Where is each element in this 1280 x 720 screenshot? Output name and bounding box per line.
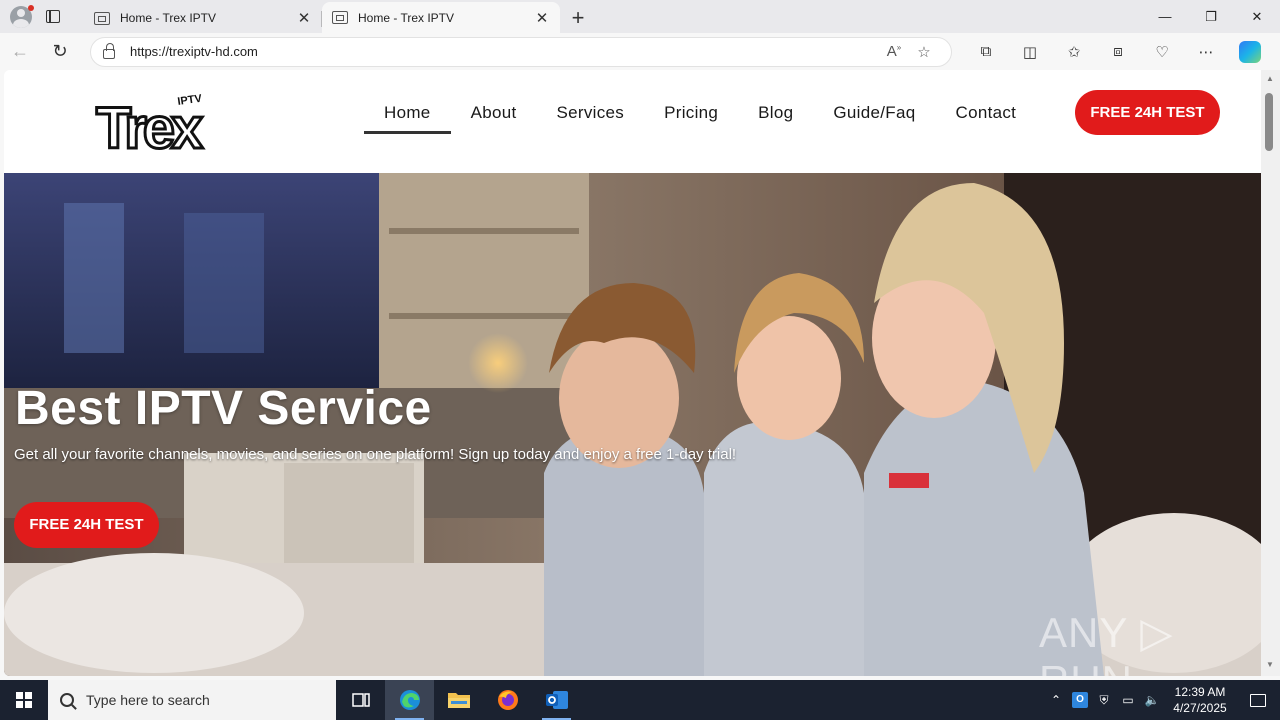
collections-icon[interactable]: ⧈ [1096,37,1140,67]
header-free-test-button[interactable]: FREE 24H TEST [1075,90,1220,135]
nav-home[interactable]: Home [364,92,451,134]
split-screen-icon[interactable]: ◫ [1008,37,1052,67]
start-button[interactable] [0,680,48,720]
anyrun-watermark: ANY ▷ RUN [1039,609,1174,676]
hero-section: Best IPTV Service Get all your favorite … [4,173,1261,676]
profile-notification-dot [28,5,34,11]
nav-blog[interactable]: Blog [738,92,813,134]
tab-title: Home - Trex IPTV [358,10,455,25]
clock-time: 12:39 AM [1174,685,1226,699]
hero-free-test-button[interactable]: FREE 24H TEST [14,502,159,548]
chevron-up-icon[interactable]: ⌃ [1044,693,1068,707]
url-text[interactable]: https://trexiptv-hd.com [130,44,879,59]
minimize-icon[interactable]: — [1142,0,1188,33]
address-bar[interactable]: https://trexiptv-hd.com A» ☆ [90,36,952,67]
web-page: IPTV Trex Home About Services Pricing Bl… [4,70,1261,676]
clock-date: 4/27/2025 [1173,701,1227,715]
refresh-icon[interactable]: ↻ [40,36,80,68]
browser-toolbar-icons: ⧉ ◫ ✩ ⧈ ♡ ⋯ [964,37,1272,67]
browser-tab-2[interactable]: Home - Trex IPTV ✕ [322,2,560,33]
scrollbar-thumb[interactable] [1265,93,1273,151]
window-controls: — ❐ ✕ [1142,0,1280,33]
back-arrow-icon[interactable]: ← [0,36,40,68]
address-toolbar: ← ↻ https://trexiptv-hd.com A» ☆ ⧉ ◫ ✩ ⧈… [0,33,1280,70]
browser-content-area: IPTV Trex Home About Services Pricing Bl… [0,70,1280,680]
tab-actions-icon[interactable] [46,10,60,23]
tab-bar-left [0,0,84,33]
page-scrollbar[interactable]: ▲ ▼ [1261,70,1280,676]
more-icon[interactable]: ⋯ [1184,37,1228,67]
task-view-icon[interactable] [336,680,385,720]
nav-pricing[interactable]: Pricing [644,92,738,134]
search-placeholder: Type here to search [86,692,210,708]
site-favicon-icon [332,11,348,24]
nav-services[interactable]: Services [537,92,645,134]
svg-text:Trex: Trex [96,96,203,152]
star-icon[interactable]: ☆ [909,43,939,61]
puzzle-icon[interactable]: ⧉ [964,37,1008,67]
outlook-tray-icon[interactable]: O [1072,692,1088,708]
hero-subtitle: Get all your favorite channels, movies, … [14,446,737,463]
nav-contact[interactable]: Contact [936,92,1037,134]
search-icon [60,693,74,707]
windows-logo-icon [16,692,32,708]
nav-guide-faq[interactable]: Guide/Faq [813,92,935,134]
windows-taskbar: Type here to search ⌃ O ⛨ ▭ 🔈 12:39 AM 4… [0,680,1280,720]
restore-icon[interactable]: ❐ [1188,0,1234,33]
edge-icon[interactable] [385,680,434,720]
outlook-icon[interactable] [532,680,581,720]
browser-tab-1[interactable]: Home - Trex IPTV ✕ [84,3,322,33]
network-icon[interactable]: ▭ [1116,693,1140,707]
copilot-icon[interactable] [1228,37,1272,67]
notification-icon[interactable] [1236,693,1280,707]
heart-pulse-icon[interactable]: ♡ [1140,37,1184,67]
tab-title: Home - Trex IPTV [120,11,217,25]
main-nav: Home About Services Pricing Blog Guide/F… [364,92,1036,134]
volume-icon[interactable]: 🔈 [1140,693,1164,707]
browser-tab-bar: Home - Trex IPTV ✕ Home - Trex IPTV ✕ + … [0,0,1280,33]
taskbar-search[interactable]: Type here to search [48,680,336,720]
site-header: IPTV Trex Home About Services Pricing Bl… [4,70,1261,173]
close-window-icon[interactable]: ✕ [1234,0,1280,33]
new-tab-button[interactable]: + [560,3,596,33]
clock[interactable]: 12:39 AM 4/27/2025 [1164,684,1236,716]
security-icon[interactable]: ⛨ [1092,693,1116,708]
lock-icon[interactable] [103,42,115,59]
site-favicon-icon [94,11,110,25]
hero-title: Best IPTV Service [15,382,432,435]
tab-close-icon[interactable]: ✕ [534,9,550,27]
system-tray: ⌃ O ⛨ ▭ 🔈 12:39 AM 4/27/2025 [1044,680,1280,720]
scroll-up-icon[interactable]: ▲ [1266,74,1274,83]
file-explorer-icon[interactable] [434,680,483,720]
tab-close-icon[interactable]: ✕ [296,9,312,27]
nav-about[interactable]: About [451,92,537,134]
scroll-down-icon[interactable]: ▼ [1266,660,1274,669]
favorites-icon[interactable]: ✩ [1052,37,1096,67]
firefox-icon[interactable] [483,680,532,720]
trex-logo[interactable]: IPTV Trex [94,90,246,152]
read-aloud-icon[interactable]: A» [879,43,909,60]
